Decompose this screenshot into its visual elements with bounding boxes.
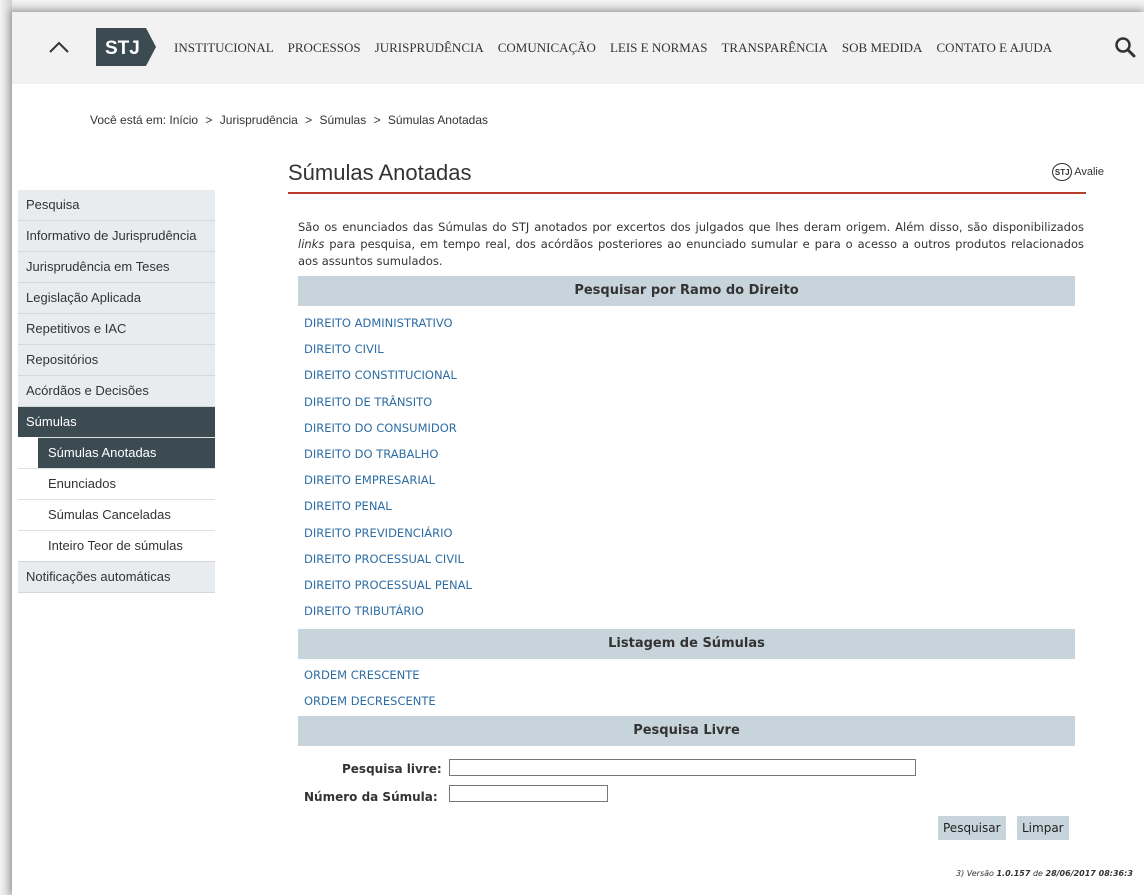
sidebar-item-teses[interactable]: Jurisprudência em Teses <box>18 251 215 282</box>
section-header-pesquisa-livre: Pesquisa Livre <box>298 716 1075 746</box>
link-direito-administrativo[interactable]: DIREITO ADMINISTRATIVO <box>304 316 453 330</box>
link-direito-civil[interactable]: DIREITO CIVIL <box>304 342 384 356</box>
breadcrumb-separator: > <box>305 113 313 127</box>
breadcrumb-item-inicio[interactable]: Início <box>169 113 198 127</box>
numero-sumula-label: Número da Súmula: <box>304 790 438 804</box>
nav-item-institucional[interactable]: INSTITUCIONAL <box>174 40 274 56</box>
link-direito-constitucional[interactable]: DIREITO CONSTITUCIONAL <box>304 368 457 382</box>
version-prefix: 3) Versão <box>956 869 997 878</box>
stj-logo[interactable]: STJ <box>96 28 156 66</box>
window-frame-top <box>0 0 1144 12</box>
breadcrumb-item-sumulas-anotadas[interactable]: Súmulas Anotadas <box>388 113 488 127</box>
nav-item-sob-medida[interactable]: SOB MEDIDA <box>842 40 923 56</box>
main-menu: INSTITUCIONAL PROCESSOS JURISPRUDÊNCIA COMU… <box>174 40 1066 56</box>
nav-item-contato-e-ajuda[interactable]: CONTATO E AJUDA <box>936 40 1052 56</box>
nav-item-transpar-ncia[interactable]: TRANSPARÊNCIA <box>721 40 827 56</box>
link-direito-do-consumidor[interactable]: DIREITO DO CONSUMIDOR <box>304 421 457 435</box>
intro-text-1: São os enunciados das Súmulas do STJ ano… <box>298 220 1084 234</box>
stj-rating-icon: STJ <box>1052 163 1073 181</box>
version-number: 1.0.157 <box>996 869 1031 878</box>
link-direito-processual-civil[interactable]: DIREITO PROCESSUAL CIVIL <box>304 552 464 566</box>
sidebar-item-inteiro-teor[interactable]: Inteiro Teor de súmulas <box>18 530 215 561</box>
sidebar-item-legislacao[interactable]: Legislação Aplicada <box>18 282 215 313</box>
intro-paragraph: São os enunciados das Súmulas do STJ ano… <box>298 219 1084 270</box>
numero-sumula-input[interactable] <box>449 785 608 802</box>
logo-text: STJ <box>105 38 140 59</box>
nav-item-comunica-o[interactable]: COMUNICAÇÃO <box>498 40 596 56</box>
nav-item-jurisprud-ncia[interactable]: JURISPRUDÊNCIA <box>375 40 484 56</box>
intro-text-2: para pesquisa, em tempo real, dos acórdã… <box>298 237 1084 268</box>
link-direito-tributario[interactable]: DIREITO TRIBUTÁRIO <box>304 604 424 618</box>
version-date-prefix: de <box>1030 869 1046 878</box>
limpar-button[interactable]: Limpar <box>1017 816 1069 840</box>
link-ordem-crescente[interactable]: ORDEM CRESCENTE <box>304 668 420 682</box>
chevron-up-icon[interactable] <box>42 30 76 64</box>
nav-item-leis-e-normas[interactable]: LEIS E NORMAS <box>610 40 708 56</box>
link-direito-previdenciario[interactable]: DIREITO PREVIDENCIÁRIO <box>304 526 453 540</box>
sidebar-item-notificacoes[interactable]: Notificações automáticas <box>18 561 215 593</box>
section-header-ramo: Pesquisar por Ramo do Direito <box>298 276 1075 306</box>
nav-item-processos[interactable]: PROCESSOS <box>288 40 361 56</box>
window-frame-left <box>0 0 12 895</box>
page-title: Súmulas Anotadas <box>288 160 472 185</box>
section-header-listagem: Listagem de Súmulas <box>298 629 1075 659</box>
pesquisa-livre-label: Pesquisa livre: <box>342 762 442 776</box>
breadcrumb-prefix: Você está em: <box>90 113 167 127</box>
intro-text-links: links <box>298 237 325 251</box>
link-ordem-decrescente[interactable]: ORDEM DECRESCENTE <box>304 694 436 708</box>
sidebar-item-sumulas[interactable]: Súmulas <box>18 406 215 437</box>
breadcrumb: Você está em: Início > Jurisprudência > … <box>90 113 488 127</box>
breadcrumb-item-jurisprudencia[interactable]: Jurisprudência <box>220 113 298 127</box>
breadcrumb-separator: > <box>373 113 381 127</box>
avalie-label: Avalie <box>1074 166 1104 178</box>
link-direito-penal[interactable]: DIREITO PENAL <box>304 499 392 513</box>
sidebar-item-sumulas-anotadas[interactable]: Súmulas Anotadas <box>38 437 215 468</box>
breadcrumb-item-sumulas[interactable]: Súmulas <box>320 113 367 127</box>
sidebar-item-enunciados[interactable]: Enunciados <box>18 468 215 499</box>
link-direito-processual-penal[interactable]: DIREITO PROCESSUAL PENAL <box>304 578 472 592</box>
sidebar-item-informativo[interactable]: Informativo de Jurisprudência <box>18 220 215 251</box>
search-icon[interactable] <box>1114 36 1136 58</box>
avalie-button[interactable]: STJ Avalie <box>1052 163 1104 181</box>
top-navigation: STJ INSTITUCIONAL PROCESSOS JURISPRUDÊNCIA… <box>12 12 1144 84</box>
sidebar-item-acordaos[interactable]: Acórdãos e Decisões <box>18 375 215 406</box>
breadcrumb-separator: > <box>205 113 213 127</box>
sidebar-item-repositorios[interactable]: Repositórios <box>18 344 215 375</box>
link-direito-do-trabalho[interactable]: DIREITO DO TRABALHO <box>304 447 438 461</box>
sidebar-item-sumulas-canceladas[interactable]: Súmulas Canceladas <box>18 499 215 530</box>
version-info: 3) Versão 1.0.157 de 28/06/2017 08:36:3 <box>956 869 1133 878</box>
version-date: 28/06/2017 08:36:3 <box>1045 869 1133 878</box>
title-divider <box>288 192 1086 194</box>
link-direito-empresarial[interactable]: DIREITO EMPRESARIAL <box>304 473 435 487</box>
sidebar-item-pesquisa[interactable]: Pesquisa <box>18 190 215 220</box>
sidebar: Pesquisa Informativo de Jurisprudência J… <box>18 190 215 593</box>
pesquisar-button[interactable]: Pesquisar <box>938 816 1006 840</box>
page: STJ INSTITUCIONAL PROCESSOS JURISPRUDÊNCIA… <box>12 12 1144 895</box>
sidebar-item-repetitivos[interactable]: Repetitivos e IAC <box>18 313 215 344</box>
link-direito-de-transito[interactable]: DIREITO DE TRÂNSITO <box>304 395 432 409</box>
pesquisa-livre-input[interactable] <box>449 759 916 776</box>
